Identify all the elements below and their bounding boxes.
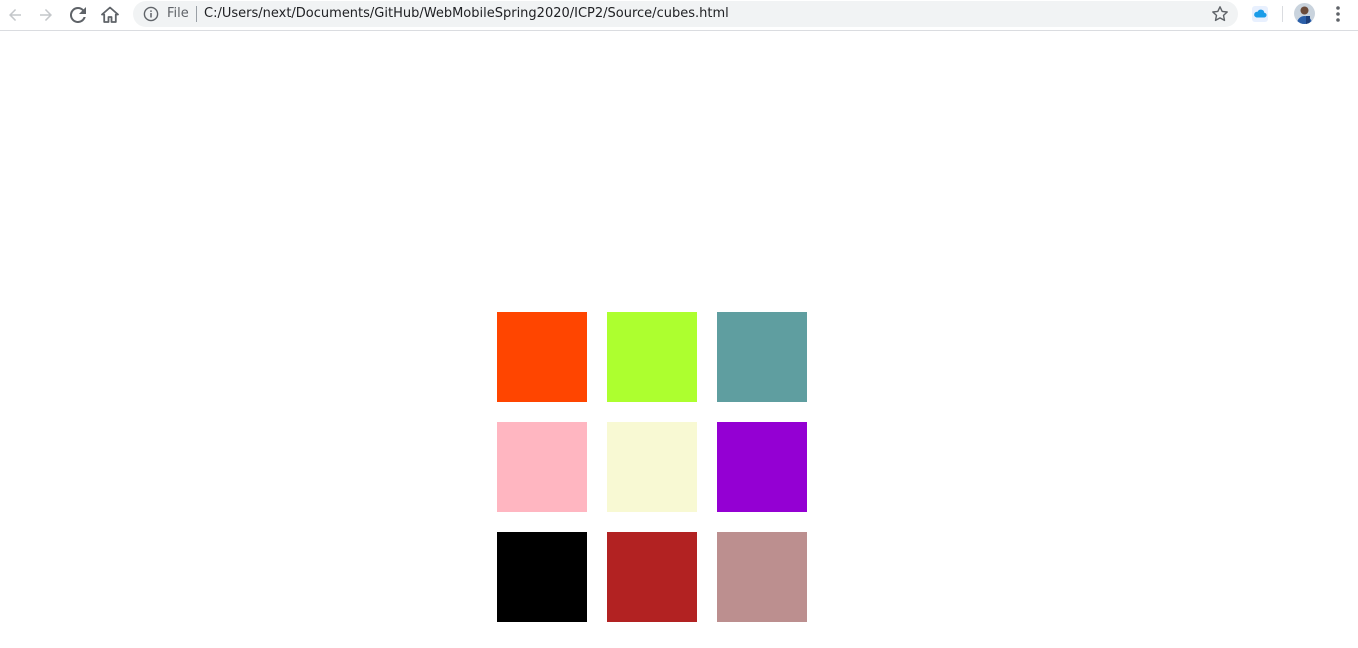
home-icon — [101, 6, 119, 23]
back-arrow-icon — [9, 9, 21, 21]
cube-8 — [607, 532, 697, 622]
forward-arrow-icon — [40, 9, 52, 21]
avatar[interactable] — [1294, 3, 1315, 24]
cube-1 — [497, 312, 587, 402]
cube-2 — [607, 312, 697, 402]
kebab-menu-icon[interactable] — [1328, 3, 1348, 25]
reload-button[interactable] — [65, 2, 91, 28]
info-icon[interactable] — [143, 6, 159, 22]
address-bar[interactable]: File C:/Users/next/Documents/GitHub/WebM… — [133, 1, 1238, 27]
cube-9 — [717, 532, 807, 622]
cube-3 — [717, 312, 807, 402]
scheme-label: File — [167, 6, 189, 21]
omnibox-divider — [196, 6, 197, 22]
url-text[interactable]: C:/Users/next/Documents/GitHub/WebMobile… — [204, 6, 729, 22]
browser-toolbar: File C:/Users/next/Documents/GitHub/WebM… — [0, 0, 1358, 31]
cube-4 — [497, 422, 587, 512]
cube-7 — [497, 532, 587, 622]
forward-button[interactable] — [33, 2, 59, 28]
cloud-extension-icon[interactable] — [1250, 4, 1270, 24]
star-icon[interactable] — [1211, 5, 1229, 23]
profile-avatar-icon — [1294, 3, 1315, 24]
cube-5 — [607, 422, 697, 512]
home-button[interactable] — [97, 2, 123, 28]
reload-icon — [70, 7, 86, 23]
toolbar-divider — [1282, 6, 1283, 22]
page-content — [0, 32, 1358, 648]
cube-grid — [497, 312, 807, 622]
back-button[interactable] — [2, 2, 28, 28]
cube-6 — [717, 422, 807, 512]
